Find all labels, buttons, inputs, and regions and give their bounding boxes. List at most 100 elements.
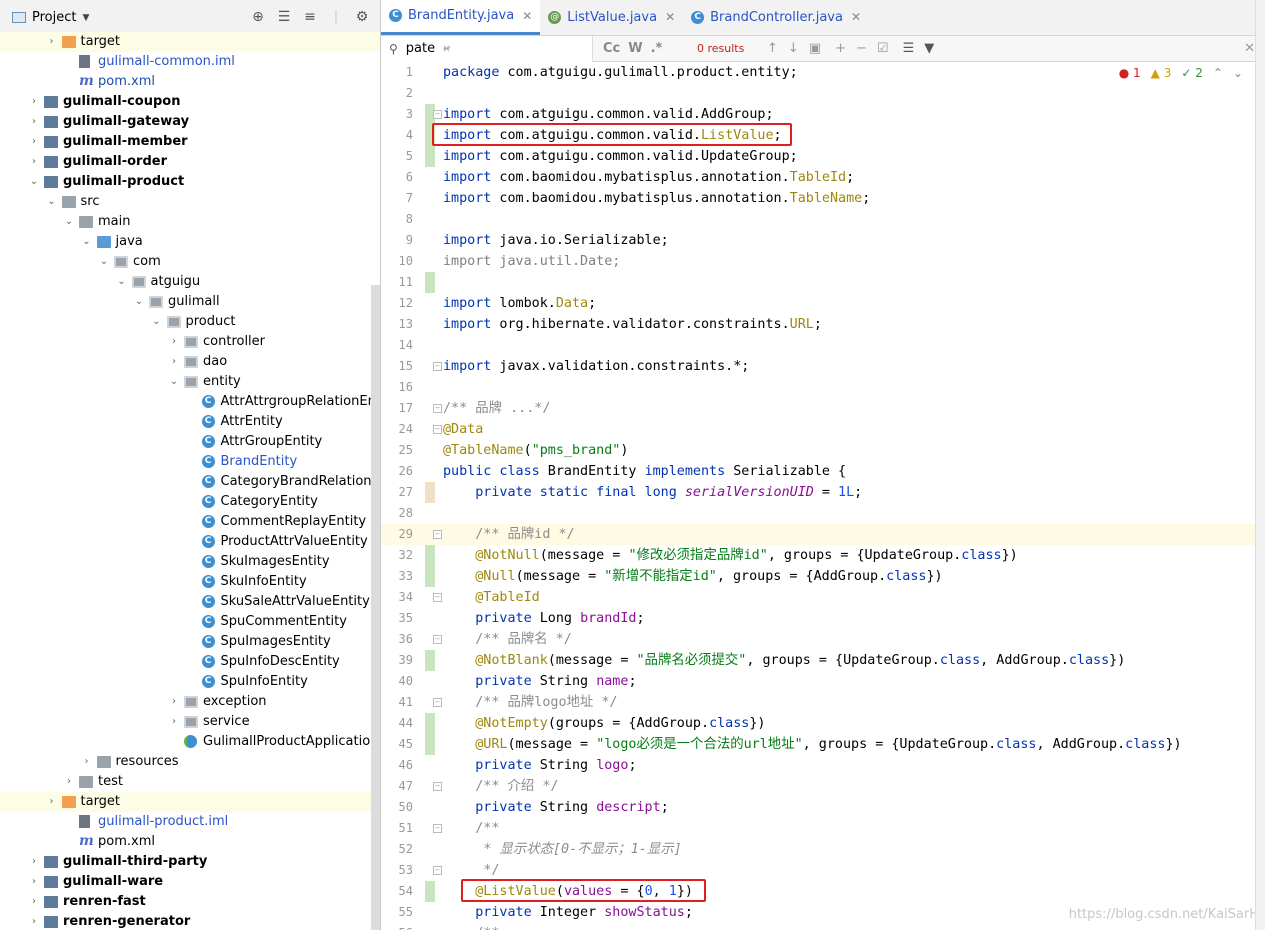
tree-item[interactable]: C CommentReplayEntity [0, 512, 380, 532]
tree-item[interactable]: ⌄ atguigu [0, 272, 380, 292]
tree-item[interactable]: › resources [0, 752, 380, 772]
chevron-down-icon[interactable]: ⌄ [116, 272, 128, 292]
close-tab-icon[interactable]: ✕ [851, 10, 861, 24]
search-input[interactable]: ⚲ pate ✕ ↩ [381, 35, 593, 62]
code-line[interactable]: import com.atguigu.common.valid.UpdateGr… [443, 146, 798, 167]
tree-item[interactable]: › exception [0, 692, 380, 712]
code-line[interactable]: import java.io.Serializable; [443, 230, 669, 251]
code-line[interactable]: @URL(message = "logo必须是一个合法的url地址", grou… [443, 734, 1181, 755]
code-line[interactable]: private static final long serialVersionU… [443, 482, 862, 503]
tree-item[interactable]: C ProductAttrValueEntity [0, 532, 380, 552]
code-line[interactable]: private String name; [443, 671, 636, 692]
close-tab-icon[interactable]: ✕ [665, 10, 675, 24]
tree-item[interactable]: › gulimall-order [0, 152, 380, 172]
chevron-down-icon[interactable]: ⌄ [168, 372, 180, 392]
code-line[interactable]: private Integer showStatus; [443, 902, 693, 923]
chevron-down-icon[interactable]: ⌄ [63, 212, 75, 232]
code-line[interactable]: @NotNull(message = "修改必须指定品牌id", groups … [443, 545, 1017, 566]
code-line[interactable]: /** 品牌id */ [443, 524, 574, 545]
tree-item[interactable]: C BrandEntity [0, 452, 380, 472]
chevron-right-icon[interactable]: › [28, 132, 40, 152]
project-title[interactable]: Project [32, 10, 76, 25]
code-line[interactable]: @Data [443, 419, 483, 440]
tree-item[interactable]: C SpuCommentEntity [0, 612, 380, 632]
change-marker[interactable] [425, 566, 435, 587]
add-occurrence-icon[interactable]: + [835, 41, 846, 56]
tree-item[interactable]: C SpuInfoDescEntity [0, 652, 380, 672]
code-line[interactable]: /** 介绍 */ [443, 776, 558, 797]
chevron-down-icon[interactable]: ⌄ [46, 192, 58, 212]
tree-item[interactable]: m pom.xml [0, 72, 380, 92]
code-line[interactable]: /** 品牌logo地址 */ [443, 692, 617, 713]
fold-icon[interactable]: − [433, 824, 442, 833]
change-marker[interactable] [425, 713, 435, 734]
collapse-all-icon[interactable]: ≡ [300, 9, 320, 25]
tree-item[interactable]: C CategoryBrandRelationEntity [0, 472, 380, 492]
code-line[interactable]: @TableId [443, 587, 540, 608]
tree-item[interactable]: › dao [0, 352, 380, 372]
tree-item[interactable]: › target [0, 32, 380, 52]
tab-brandentity-java[interactable]: C BrandEntity.java ✕ [381, 0, 541, 35]
tree-item[interactable]: › gulimall-third-party [0, 852, 380, 872]
tree-item[interactable]: ⌄ main [0, 212, 380, 232]
chevron-right-icon[interactable]: › [168, 332, 180, 352]
filter-icon[interactable]: ▼ [924, 41, 934, 56]
code-line[interactable]: /** [443, 818, 499, 839]
tree-item[interactable]: › renren-fast [0, 892, 380, 912]
fold-icon[interactable]: − [433, 866, 442, 875]
code-line[interactable]: */ [443, 860, 499, 881]
arrow-up-icon[interactable]: ↑ [767, 41, 778, 56]
code-area[interactable]: 1 package com.atguigu.gulimall.product.en… [381, 62, 1265, 930]
fold-icon[interactable]: − [433, 530, 442, 539]
fold-icon[interactable]: − [433, 593, 442, 602]
fold-icon[interactable]: − [433, 425, 442, 434]
tree-item[interactable]: m pom.xml [0, 832, 380, 852]
tree-item[interactable]: › gulimall-ware [0, 872, 380, 892]
fold-icon[interactable]: − [433, 635, 442, 644]
history-icon[interactable]: ↩ [443, 38, 450, 59]
code-line[interactable]: import lombok.Data; [443, 293, 596, 314]
code-line[interactable]: import com.baomidou.mybatisplus.annotati… [443, 167, 854, 188]
chevron-right-icon[interactable]: › [28, 892, 40, 912]
tree-item[interactable]: C CategoryEntity [0, 492, 380, 512]
tree-item[interactable]: › target [0, 792, 380, 812]
tree-item[interactable]: › renren-generator [0, 912, 380, 930]
code-line[interactable]: /** [443, 923, 499, 930]
change-marker[interactable] [425, 545, 435, 566]
tree-item[interactable]: C SpuImagesEntity [0, 632, 380, 652]
code-line[interactable]: import org.hibernate.validator.constrain… [443, 314, 822, 335]
code-line[interactable]: import com.baomidou.mybatisplus.annotati… [443, 188, 870, 209]
tree-item[interactable]: GulimallProductApplication [0, 732, 380, 752]
fold-icon[interactable]: − [433, 110, 442, 119]
chevron-right-icon[interactable]: › [46, 32, 58, 52]
tree-item[interactable]: › gulimall-coupon [0, 92, 380, 112]
tree-item[interactable]: ⌄ entity [0, 372, 380, 392]
tree-item[interactable]: C SpuInfoEntity [0, 672, 380, 692]
fold-icon[interactable]: − [433, 698, 442, 707]
code-line[interactable]: /** 品牌 ...*/ [443, 398, 550, 419]
select-occurrences-icon[interactable]: ☑ [877, 41, 889, 56]
change-marker[interactable] [425, 881, 435, 902]
whole-word-toggle[interactable]: W [628, 41, 642, 56]
tree-item[interactable]: C AttrEntity [0, 412, 380, 432]
match-case-toggle[interactable]: Cc [603, 41, 620, 56]
chevron-down-icon[interactable]: ⌄ [98, 252, 110, 272]
expand-all-icon[interactable]: ☰ [274, 9, 294, 25]
chevron-right-icon[interactable]: › [28, 872, 40, 892]
tree-item[interactable]: ⌄ java [0, 232, 380, 252]
tab-listvalue-java[interactable]: @ ListValue.java ✕ [540, 0, 683, 35]
tree-item[interactable]: › test [0, 772, 380, 792]
tree-item[interactable]: › gulimall-gateway [0, 112, 380, 132]
chevron-right-icon[interactable]: › [46, 792, 58, 812]
regex-toggle[interactable]: .* [651, 41, 663, 56]
select-all-icon[interactable]: ▣ [809, 41, 821, 56]
fold-icon[interactable]: − [433, 362, 442, 371]
tree-scrollbar[interactable] [371, 285, 380, 930]
chevron-right-icon[interactable]: › [28, 112, 40, 132]
chevron-right-icon[interactable]: › [28, 852, 40, 872]
code-line[interactable]: import javax.validation.constraints.*; [443, 356, 749, 377]
remove-occurrence-icon[interactable]: − [856, 41, 867, 56]
arrow-down-icon[interactable]: ↓ [788, 41, 799, 56]
code-line[interactable]: private String logo; [443, 755, 636, 776]
list-icon[interactable]: ☰ [903, 41, 915, 56]
